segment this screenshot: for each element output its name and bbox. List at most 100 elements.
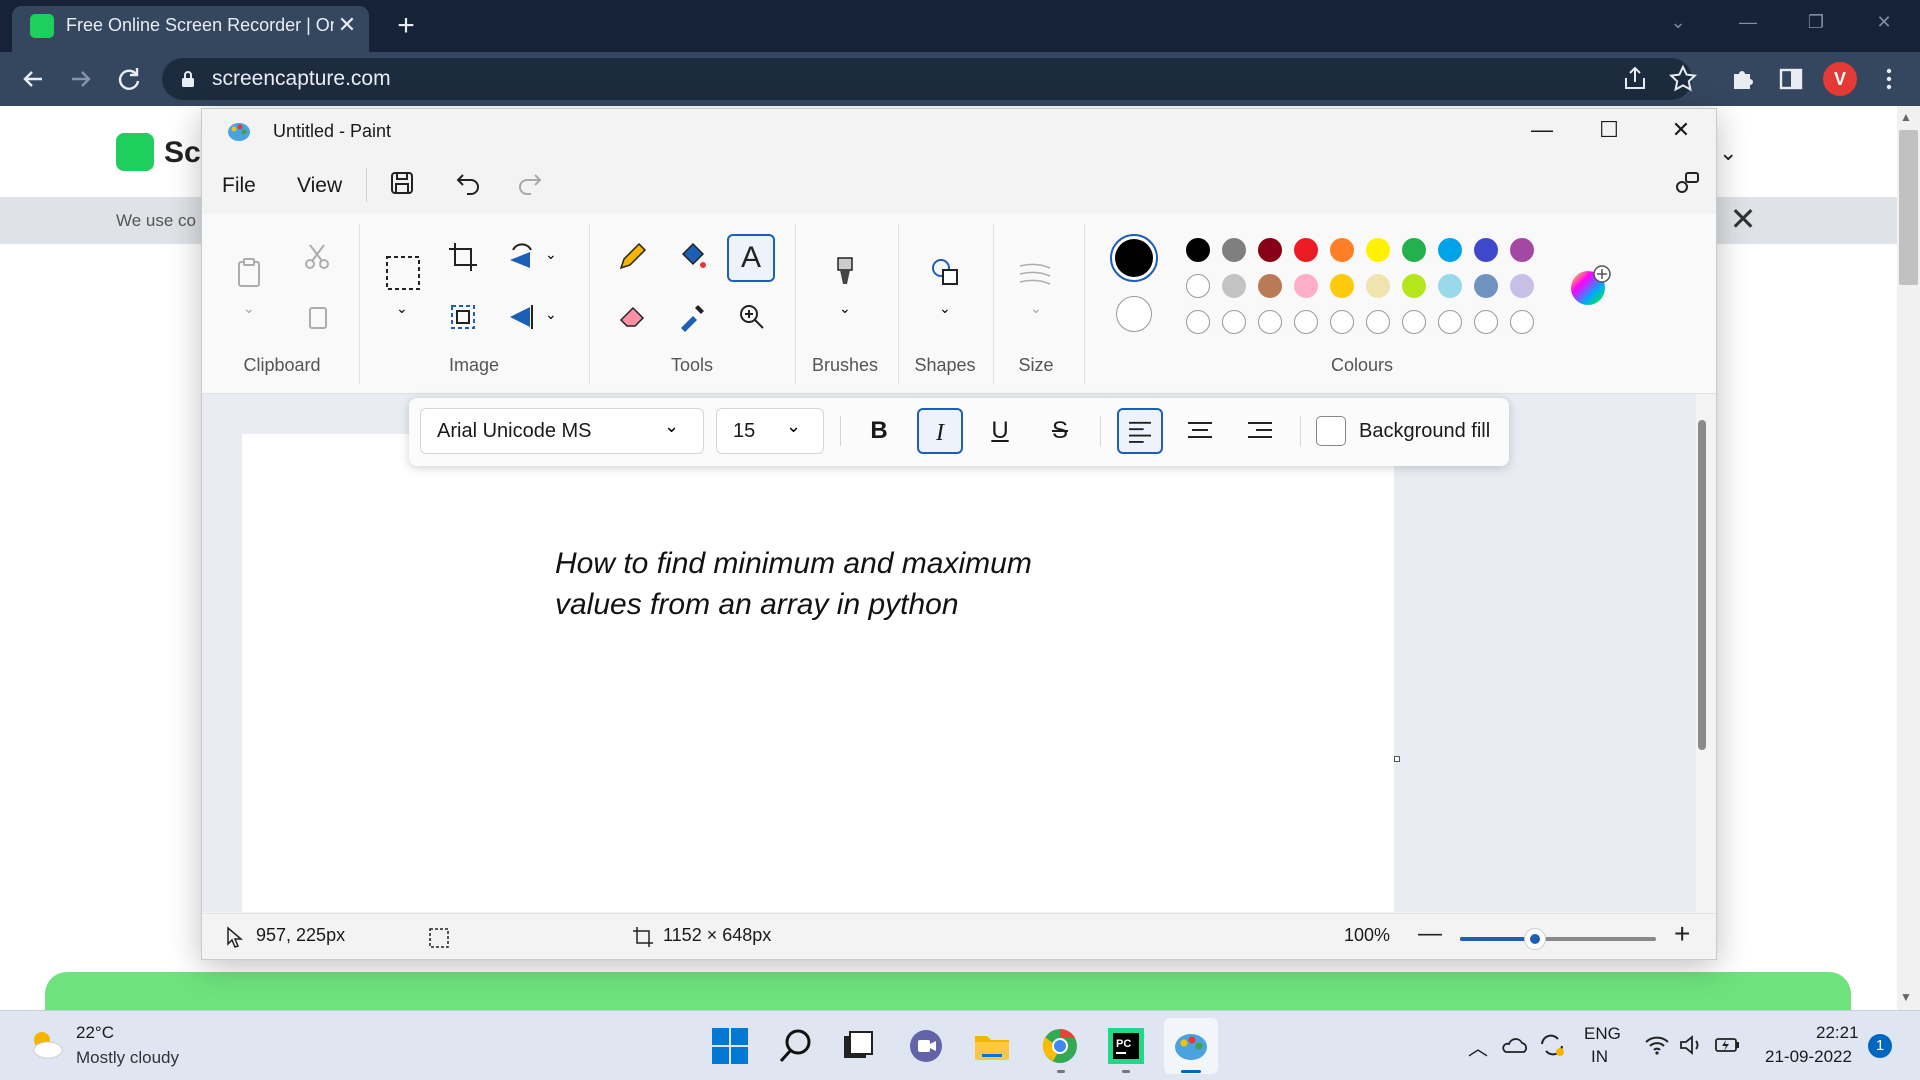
rotate-dropdown-chevron-icon[interactable]: ⌄ <box>545 246 557 263</box>
reload-icon[interactable] <box>114 64 144 94</box>
drawing-canvas[interactable] <box>242 434 1394 912</box>
clock-time[interactable]: 22:21 <box>1816 1023 1859 1043</box>
color-swatch[interactable] <box>1330 274 1354 298</box>
font-size-chevron-icon[interactable]: ⌄ <box>786 416 801 437</box>
canvas-scrollbar-thumb[interactable] <box>1698 420 1706 750</box>
paste-dropdown-chevron-icon[interactable]: ⌄ <box>243 300 255 317</box>
zoom-level[interactable]: 100% <box>1344 925 1390 946</box>
language-in[interactable]: IN <box>1591 1047 1608 1067</box>
site-logo-text[interactable]: Sc <box>164 136 201 170</box>
eraser-icon[interactable] <box>615 300 649 334</box>
custom-color-slot[interactable] <box>1402 310 1426 334</box>
tab-close-icon[interactable]: ✕ <box>334 12 360 38</box>
canvas-text-box[interactable]: How to find minimum and maximum values f… <box>555 543 1115 625</box>
color-swatch[interactable] <box>1402 238 1426 262</box>
pencil-icon[interactable] <box>615 240 649 274</box>
sync-icon[interactable] <box>1538 1032 1566 1058</box>
settings-icon[interactable] <box>1670 167 1702 199</box>
weather-partly-cloudy-icon[interactable] <box>26 1024 66 1064</box>
color-swatch[interactable] <box>1474 238 1498 262</box>
color-swatch[interactable] <box>1438 274 1462 298</box>
close-browser-button[interactable]: ✕ <box>1862 8 1906 36</box>
shapes-icon[interactable] <box>928 256 962 290</box>
back-arrow-icon[interactable] <box>18 64 48 94</box>
scroll-down-arrow-icon[interactable]: ▼ <box>1900 990 1912 1004</box>
zoom-out-button[interactable]: — <box>1418 920 1442 948</box>
forward-arrow-icon[interactable] <box>66 64 96 94</box>
more-menu-icon[interactable] <box>1874 64 1904 94</box>
zoom-in-button[interactable]: + <box>1674 918 1690 950</box>
brush-icon[interactable] <box>828 254 862 288</box>
resize-icon[interactable] <box>446 300 480 334</box>
redo-icon[interactable] <box>513 167 545 199</box>
share-icon[interactable] <box>1620 64 1650 94</box>
color-swatch[interactable] <box>1222 274 1246 298</box>
custom-color-slot[interactable] <box>1366 310 1390 334</box>
windows-start-icon[interactable] <box>710 1026 750 1066</box>
extensions-puzzle-icon[interactable] <box>1728 64 1758 94</box>
flip-dropdown-chevron-icon[interactable]: ⌄ <box>545 306 557 323</box>
lock-icon[interactable] <box>180 70 196 88</box>
side-panel-icon[interactable] <box>1776 64 1806 94</box>
color-swatch[interactable] <box>1186 274 1210 298</box>
edit-colors-wheel-icon[interactable] <box>1568 264 1612 308</box>
text-tool-button[interactable]: A <box>727 234 775 282</box>
color-swatch[interactable] <box>1294 238 1318 262</box>
flip-icon[interactable] <box>505 300 539 334</box>
color-swatch[interactable] <box>1222 238 1246 262</box>
underline-button[interactable]: U <box>977 408 1023 454</box>
menu-file[interactable]: File <box>222 174 256 198</box>
select-rectangle-icon[interactable] <box>384 254 422 292</box>
color-swatch[interactable] <box>1258 274 1282 298</box>
secondary-color-swatch[interactable] <box>1116 296 1152 332</box>
save-icon[interactable] <box>386 167 418 199</box>
cut-icon[interactable] <box>300 240 334 274</box>
clock-date[interactable]: 21-09-2022 <box>1765 1047 1852 1067</box>
color-swatch[interactable] <box>1330 238 1354 262</box>
file-explorer-icon[interactable] <box>972 1026 1012 1066</box>
weather-description[interactable]: Mostly cloudy <box>76 1048 179 1068</box>
color-picker-icon[interactable] <box>675 300 709 334</box>
battery-charging-icon[interactable] <box>1714 1034 1742 1056</box>
copy-icon[interactable] <box>300 300 334 334</box>
align-right-button[interactable] <box>1237 408 1283 454</box>
volume-icon[interactable] <box>1678 1034 1704 1056</box>
page-scrollbar-thumb[interactable] <box>1899 130 1918 285</box>
italic-button[interactable]: I <box>917 408 963 454</box>
color-swatch[interactable] <box>1474 274 1498 298</box>
shapes-dropdown-chevron-icon[interactable]: ⌄ <box>939 300 951 317</box>
paint-minimize-button[interactable]: — <box>1519 116 1565 144</box>
custom-color-slot[interactable] <box>1330 310 1354 334</box>
paste-icon[interactable] <box>232 256 266 290</box>
scroll-up-arrow-icon[interactable]: ▲ <box>1900 110 1912 124</box>
color-swatch[interactable] <box>1438 238 1462 262</box>
custom-color-slot[interactable] <box>1438 310 1462 334</box>
restore-browser-button[interactable]: ❐ <box>1794 8 1838 36</box>
custom-color-slot[interactable] <box>1258 310 1282 334</box>
cookie-close-icon[interactable]: ✕ <box>1728 203 1758 235</box>
undo-icon[interactable] <box>453 167 485 199</box>
magnifier-icon[interactable] <box>735 300 769 334</box>
background-fill-checkbox[interactable] <box>1316 416 1346 446</box>
bookmark-star-icon[interactable] <box>1668 64 1698 94</box>
show-hidden-icons-chevron-icon[interactable]: ︿ <box>1468 1032 1488 1061</box>
font-family-chevron-icon[interactable]: ⌄ <box>664 416 679 437</box>
custom-color-slot[interactable] <box>1510 310 1534 334</box>
fill-bucket-icon[interactable] <box>675 240 709 274</box>
color-swatch[interactable] <box>1402 274 1426 298</box>
color-swatch[interactable] <box>1510 238 1534 262</box>
select-dropdown-chevron-icon[interactable]: ⌄ <box>396 300 408 317</box>
crop-icon[interactable] <box>446 240 480 274</box>
strikethrough-button[interactable]: S <box>1037 408 1083 454</box>
wifi-icon[interactable] <box>1644 1034 1670 1056</box>
teams-chat-icon[interactable] <box>906 1026 946 1066</box>
bold-button[interactable]: B <box>856 408 902 454</box>
onedrive-cloud-icon[interactable] <box>1500 1034 1528 1056</box>
paint-close-button[interactable]: ✕ <box>1658 116 1704 144</box>
custom-color-slot[interactable] <box>1474 310 1498 334</box>
pycharm-icon[interactable]: PC <box>1106 1026 1146 1066</box>
minimize-browser-button[interactable]: — <box>1726 8 1770 36</box>
align-left-button[interactable] <box>1117 408 1163 454</box>
size-lines-icon[interactable] <box>1018 258 1052 292</box>
color-swatch[interactable] <box>1366 238 1390 262</box>
